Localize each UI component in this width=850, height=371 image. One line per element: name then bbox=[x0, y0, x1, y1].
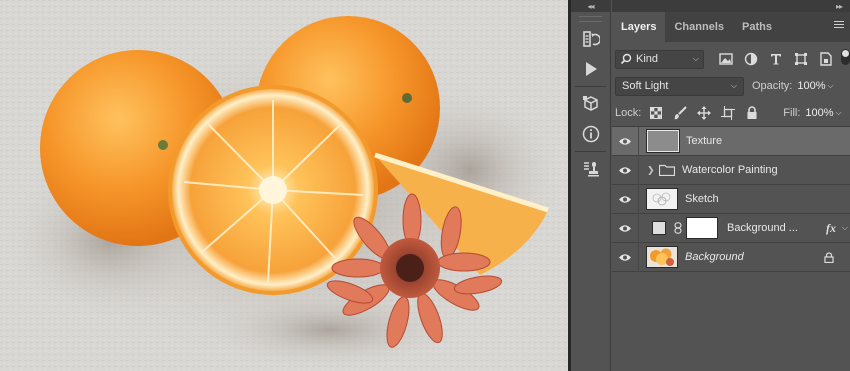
eye-icon bbox=[619, 137, 631, 145]
lock-row: Lock: Fill: 100% ⌵ bbox=[612, 101, 850, 125]
collapse-panel-button[interactable]: ▸▸ bbox=[612, 0, 850, 12]
tab-paths[interactable]: Paths bbox=[733, 12, 781, 42]
chevron-right-icon[interactable]: ❯ bbox=[647, 165, 655, 176]
layer-row-background-fill[interactable]: Background ... fx ⌵ bbox=[612, 213, 850, 243]
lock-paint-icon[interactable] bbox=[669, 103, 691, 123]
3d-panel-button[interactable] bbox=[571, 89, 611, 119]
folder-icon bbox=[659, 164, 675, 176]
eye-icon bbox=[619, 253, 631, 261]
lock-position-icon[interactable] bbox=[693, 103, 715, 123]
blend-mode-dropdown[interactable]: Soft Light ⌵ bbox=[615, 76, 744, 96]
type-filter-icon[interactable] bbox=[764, 49, 787, 69]
smart-object-filter-icon[interactable] bbox=[814, 49, 837, 69]
image-filter-icon[interactable] bbox=[714, 49, 737, 69]
layer-row-background[interactable]: Background bbox=[612, 242, 850, 272]
visibility-toggle[interactable] bbox=[612, 242, 639, 272]
search-icon bbox=[620, 53, 632, 65]
layer-row-sketch[interactable]: Sketch bbox=[612, 184, 850, 214]
layer-name: Sketch bbox=[685, 193, 719, 205]
layer-row-watercolor-painting[interactable]: ❯ Watercolor Painting bbox=[612, 155, 850, 185]
blend-mode-value: Soft Light bbox=[622, 80, 669, 92]
dock-grip[interactable] bbox=[579, 16, 602, 22]
strip-separator bbox=[575, 151, 606, 152]
opacity-label: Opacity: bbox=[752, 80, 793, 92]
opacity-field[interactable]: 100% ⌵ bbox=[794, 77, 836, 96]
strip-separator bbox=[575, 86, 606, 87]
filter-kind-label: Kind bbox=[636, 53, 659, 65]
lock-transparent-icon[interactable] bbox=[645, 103, 667, 123]
fill-label: Fill: bbox=[783, 107, 801, 119]
layer-name: Background ... bbox=[727, 222, 798, 234]
chevron-down-icon: ⌵ bbox=[692, 54, 699, 63]
fill-field[interactable]: 100% ⌵ bbox=[802, 104, 844, 123]
filter-kind-dropdown[interactable]: Kind ⌵ bbox=[615, 49, 704, 69]
3d-cube-icon bbox=[583, 96, 598, 111]
chevron-down-icon[interactable]: ⌵ bbox=[842, 223, 848, 233]
lock-all-icon[interactable] bbox=[741, 103, 763, 123]
eye-icon bbox=[619, 166, 631, 174]
adjustment-filter-icon[interactable] bbox=[739, 49, 762, 69]
chevron-down-icon: ⌵ bbox=[730, 81, 737, 90]
link-chain-icon[interactable] bbox=[674, 222, 682, 234]
layer-name: Watercolor Painting bbox=[682, 164, 778, 176]
visibility-toggle[interactable] bbox=[612, 155, 639, 185]
opacity-value: 100% bbox=[797, 80, 826, 92]
visibility-toggle[interactable] bbox=[612, 126, 639, 156]
eye-icon bbox=[619, 224, 631, 232]
layer-name: Texture bbox=[686, 135, 723, 147]
layers-panel: ▸▸ Layers Channels Paths Kind ⌵ Soft Lig… bbox=[612, 0, 850, 371]
clone-source-icon bbox=[584, 162, 599, 177]
eye-icon bbox=[619, 195, 631, 203]
fill-value: 100% bbox=[805, 107, 834, 119]
chevron-down-icon: ⌵ bbox=[827, 81, 834, 90]
layer-filter-row: Kind ⌵ bbox=[612, 47, 850, 71]
info-panel-button[interactable] bbox=[571, 119, 611, 149]
visibility-toggle[interactable] bbox=[612, 184, 639, 214]
panel-menu-icon[interactable] bbox=[834, 21, 844, 31]
layer-thumbnail bbox=[646, 246, 678, 268]
layer-name: Background bbox=[685, 251, 744, 263]
chevron-down-icon: ⌵ bbox=[835, 108, 842, 117]
actions-panel-button[interactable] bbox=[571, 54, 611, 84]
history-panel-button[interactable] bbox=[571, 24, 611, 54]
tab-layers[interactable]: Layers bbox=[612, 12, 666, 42]
tab-channels[interactable]: Channels bbox=[665, 12, 733, 42]
panel-tabs: Layers Channels Paths bbox=[612, 12, 850, 42]
lock-label: Lock: bbox=[615, 107, 642, 119]
fx-icon[interactable]: fx bbox=[826, 221, 836, 236]
info-icon bbox=[582, 125, 600, 143]
layer-mask-thumbnail[interactable] bbox=[686, 217, 718, 239]
layer-list: Texture ❯ Watercolor Painting Sketch Bac… bbox=[612, 126, 850, 272]
visibility-toggle[interactable] bbox=[612, 213, 639, 243]
collapse-dock-button[interactable]: ◂◂ bbox=[571, 0, 610, 12]
blend-row: Soft Light ⌵ Opacity: 100% ⌵ bbox=[612, 75, 850, 97]
panel-dock-strip: ◂◂ bbox=[571, 0, 611, 371]
layer-thumbnail bbox=[646, 188, 678, 210]
clone-source-panel-button[interactable] bbox=[571, 154, 611, 184]
play-action-icon bbox=[586, 62, 597, 76]
layer-row-texture[interactable]: Texture bbox=[612, 126, 850, 156]
document-canvas[interactable] bbox=[0, 0, 568, 371]
orange-artwork bbox=[0, 0, 568, 371]
history-icon bbox=[583, 31, 600, 47]
lock-icon bbox=[824, 251, 834, 263]
filter-toggle-switch[interactable] bbox=[841, 49, 850, 65]
fill-color-swatch[interactable] bbox=[652, 221, 666, 235]
layer-thumbnail bbox=[646, 129, 680, 153]
lock-artboard-icon[interactable] bbox=[717, 103, 739, 123]
shape-filter-icon[interactable] bbox=[789, 49, 812, 69]
